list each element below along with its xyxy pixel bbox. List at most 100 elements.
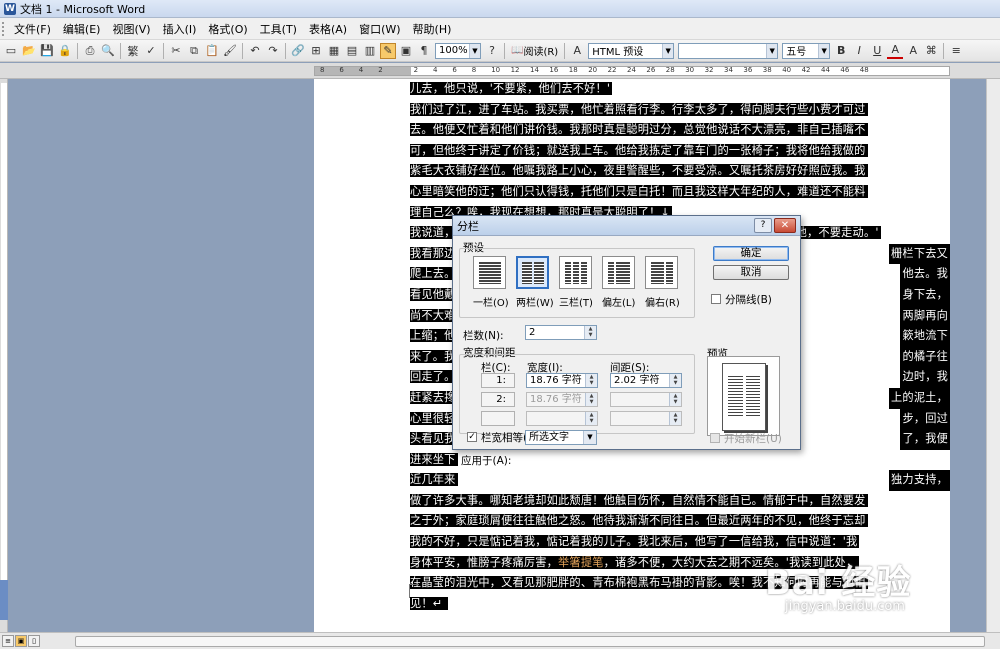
cut-icon[interactable]: ✂ [168,43,184,59]
spinner-arrows-icon[interactable]: ▲ ▼ [584,326,596,339]
toolbar-separator [77,42,78,59]
preset-one-column[interactable] [473,256,506,289]
columns-icon[interactable]: ▥ [362,43,378,59]
font-color-button[interactable]: A [887,43,904,59]
document-line[interactable]: 做了许多大事。哪知老境却如此颓唐！他触目伤怀，自然情不能自已。情郁于中，自然要发 [410,491,950,512]
ruler-tick: 42 [801,66,811,74]
line-between-label: 分隔线(B) [725,294,772,306]
drawing-icon[interactable]: ✎ [380,42,396,59]
apply-to-select[interactable]: 所选文字 ▼ [525,430,597,445]
new-document-icon[interactable]: ▭ [3,43,19,59]
document-line[interactable]: 儿去，他只说，'不要紧，他们去不好！' [410,79,950,100]
print-layout-view-icon[interactable]: ▣ [15,635,27,647]
document-line[interactable]: 心里暗笑他的迂；他们只认得钱，托他们只是白托！而且我这样大年纪的人，难道还不能料 [410,182,950,203]
char-shading-icon[interactable]: ⌘ [923,43,939,59]
dialog-close-button[interactable]: ✕ [774,218,796,233]
bold-button[interactable]: B [833,43,849,59]
document-line-fragment: 边时，我 [900,367,950,388]
permission-icon[interactable]: 🔒 [57,43,73,59]
menu-file[interactable]: 文件(F) [8,21,57,37]
document-map-icon[interactable]: ▣ [398,43,414,59]
document-line[interactable]: 近几年来 独力支持， [410,470,950,491]
menu-table[interactable]: 表格(A) [303,21,353,37]
vertical-ruler-marker [0,580,8,620]
copy-icon[interactable]: ⧉ [186,43,202,59]
menu-view[interactable]: 视图(V) [106,21,156,37]
ruler-tick: 26 [646,66,656,74]
underline-button[interactable]: U [869,43,885,59]
styles-icon[interactable]: A [569,43,585,59]
menu-tools[interactable]: 工具(T) [254,21,303,37]
italic-button[interactable]: I [851,43,867,59]
traditional-chinese-icon[interactable]: 繁 [125,43,141,59]
document-line-fragment: 独力支持， [889,470,950,491]
spinner-arrows-icon[interactable]: ▲ ▼ [585,374,597,387]
style-select[interactable]: HTML 预设 ▼ [588,42,675,59]
horizontal-ruler[interactable]: 8 6 4 2 2 4 6 8 10 12 14 16 18 20 22 24 26 28 30 32 34 36 38 40… [0,63,1000,79]
document-line-text: 我看那边 [410,246,458,260]
preset-two-columns[interactable] [516,256,549,289]
num-cols-value: 2 [529,327,536,338]
preset-left[interactable] [602,256,635,289]
equal-width-checkbox[interactable]: ✓ [467,432,477,442]
ruler-tick: 8 [471,66,477,74]
start-new-column-label: 开始新栏(U) [724,433,782,445]
vertical-ruler[interactable] [0,79,8,632]
normal-view-icon[interactable]: ≡ [2,635,14,647]
document-line[interactable]: 之于外；家庭琐屑便往往触他之怒。他待我渐渐不同往日。但最近两年的不见，他终于忘却 [410,511,950,532]
read-button[interactable]: 📖 阅读(R) [508,43,561,59]
spinner-arrows-icon[interactable]: ▲ ▼ [669,374,681,387]
menu-help[interactable]: 帮助(H) [407,21,458,37]
zoom-select[interactable]: 100% ▼ [435,42,481,59]
ok-button[interactable]: 确定 [713,246,789,261]
document-line[interactable]: 可，但他终于讲定了价钱；就送我上车。他给我拣定了靠车门的一张椅子；我将他给我做的 [410,141,950,162]
undo-icon[interactable]: ↶ [247,43,263,59]
line-between-checkbox[interactable] [711,294,721,304]
document-line-fragment: 的橘子往 [900,346,950,368]
cancel-button[interactable]: 取消 [713,265,789,280]
preset-right[interactable] [645,256,678,289]
preset-three-columns[interactable] [559,256,592,289]
document-line-text: 爬上去。 [410,267,458,281]
col1-spacing-value: 2.02 字符 [614,375,660,386]
insert-excel-icon[interactable]: ▤ [344,43,360,59]
menu-window[interactable]: 窗口(W) [353,21,406,37]
format-painter-icon[interactable]: 🖌 [222,43,238,59]
document-line[interactable]: 我的不好，只是惦记着我，惦记着我的儿子。我北来后，他写了一信给我，信中说道：'我 [410,532,950,553]
menu-format[interactable]: 格式(O) [202,21,253,37]
menu-edit[interactable]: 编辑(E) [57,21,107,37]
document-line[interactable]: 我们过了江，进了车站。我买票，他忙着照看行李。行李太多了，得向脚夫行些小费才可过 [410,100,950,121]
menu-insert[interactable]: 插入(I) [157,21,203,37]
font-size-select[interactable]: 五号 ▼ [782,42,831,59]
show-hide-icon[interactable]: ¶ [416,43,432,59]
document-line[interactable]: 紫毛大衣铺好坐位。他嘱我路上小心，夜里警醒些，不要受凉。又嘱托茶房好好照应我。我 [410,161,950,182]
menu-bar: 文件(F) 编辑(E) 视图(V) 插入(I) 格式(O) 工具(T) 表格(A… [0,18,1000,40]
help-icon[interactable]: ? [484,43,500,59]
tables-borders-icon[interactable]: ⊞ [308,43,324,59]
print-icon[interactable]: ⎙ [82,43,98,59]
paste-icon[interactable]: 📋 [204,43,220,59]
reading-view-icon[interactable]: ▯ [28,635,40,647]
num-cols-spinner[interactable]: 2 ▲ ▼ [525,325,597,340]
preset-one-label: 一栏(O) [473,298,509,309]
horizontal-scrollbar-thumb[interactable] [75,636,985,647]
dialog-help-button[interactable]: ? [754,218,772,233]
redo-icon[interactable]: ↷ [265,43,281,59]
document-line[interactable]: 去。他便又忙着和他们讲价钱。我那时真是聪明过分，总觉他说话不大漂亮，非自己插嘴不 [410,120,950,141]
col1-spacing-spinner[interactable]: 2.02 字符 ▲ ▼ [610,373,682,388]
col1-width-spinner[interactable]: 18.76 字符 ▲ ▼ [526,373,598,388]
open-folder-icon[interactable]: 📂 [21,43,37,59]
font-name-select[interactable]: ▼ [678,42,779,59]
document-line-fragment: 了，我便 [900,429,950,450]
char-border-icon[interactable]: A [905,43,921,59]
vertical-scrollbar[interactable] [986,79,1000,632]
horizontal-scrollbar-area: ≡ ▣ ▯ [0,632,1000,649]
print-preview-icon[interactable]: 🔍 [100,43,116,59]
apply-to-label: 应用于(A): [461,455,512,467]
save-icon[interactable]: 💾 [39,43,55,59]
hyperlink-icon[interactable]: 🔗 [290,43,306,59]
insert-table-icon[interactable]: ▦ [326,43,342,59]
spelling-icon[interactable]: ✓ [143,43,159,59]
align-left-icon[interactable]: ≡ [948,43,964,59]
document-line-fragment: 栅栏下去又 [889,243,950,265]
